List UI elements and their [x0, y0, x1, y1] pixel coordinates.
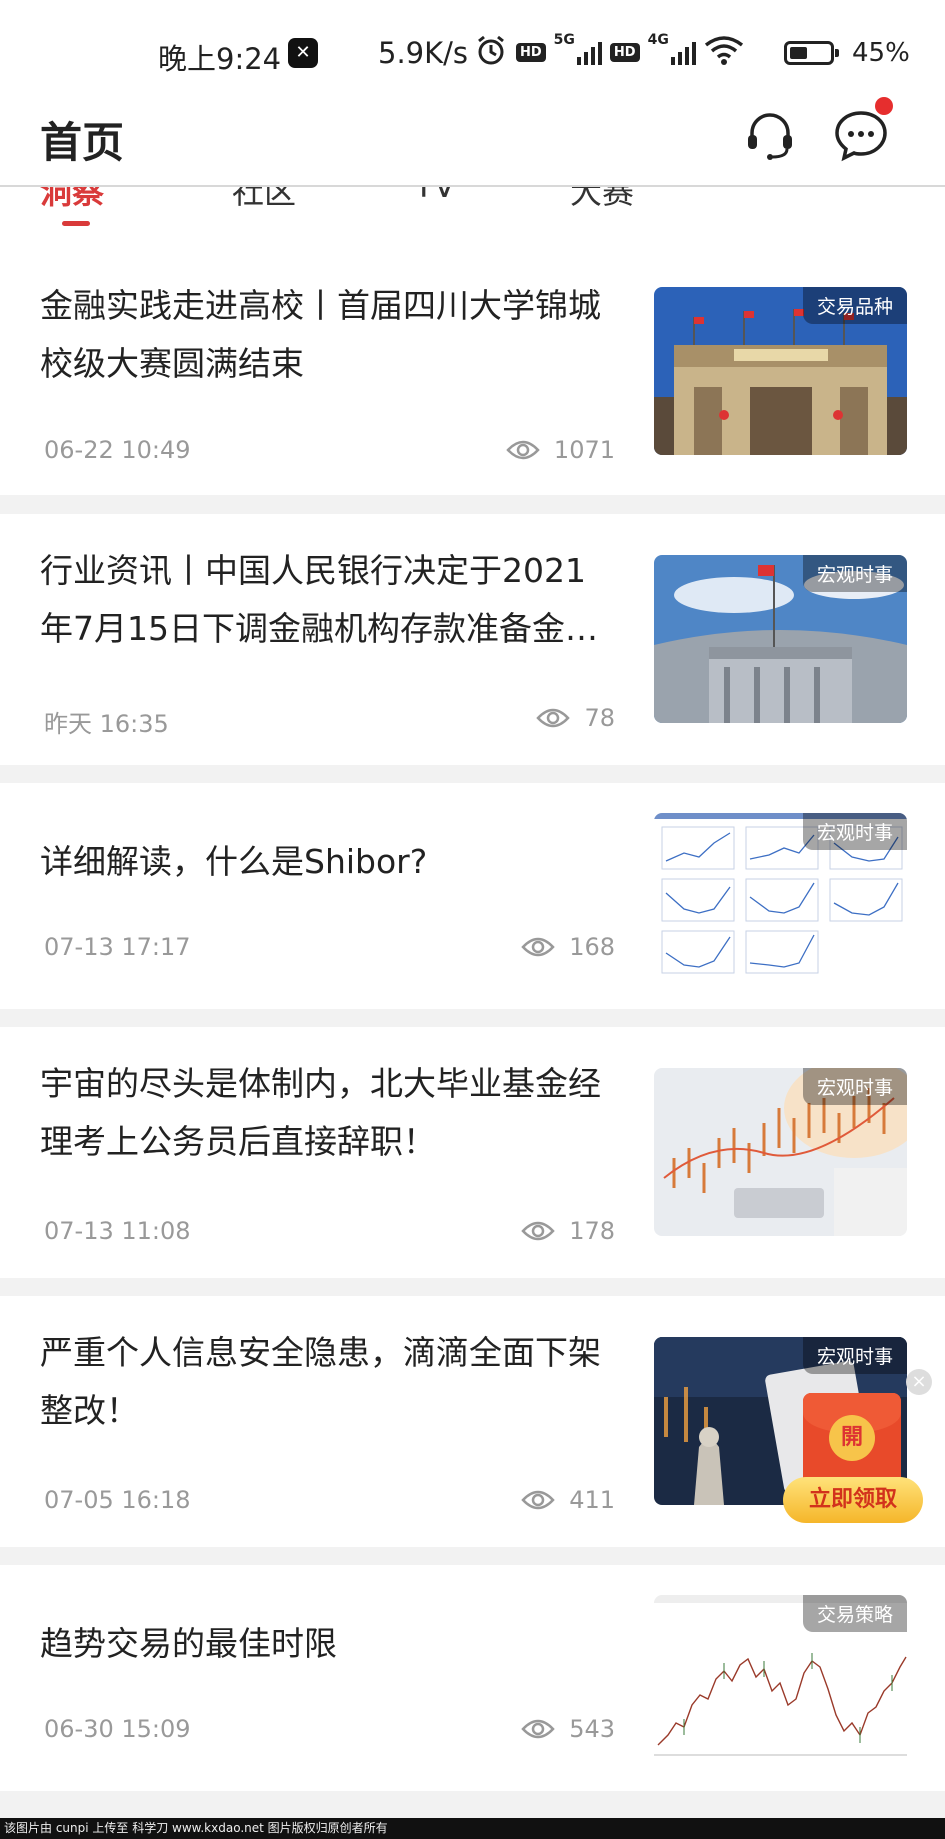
network-5g-label: 5G — [553, 32, 575, 48]
category-tag: 交易策略 — [802, 1595, 907, 1632]
article-thumbnail: 交易品种 — [654, 287, 907, 455]
article-title: 详细解读，什么是Shibor? — [40, 842, 428, 881]
status-time: 晚上9:24 — [158, 42, 282, 76]
view-count: 78 — [584, 704, 615, 732]
tab-insight[interactable]: 洞察 — [40, 187, 104, 213]
article-views: 168 — [521, 933, 615, 961]
battery-fill — [790, 47, 807, 59]
close-icon[interactable]: × — [906, 1369, 932, 1395]
chat-bubble-icon — [835, 111, 887, 162]
red-packet-float[interactable]: × 開 立即领取 — [783, 1369, 932, 1524]
article-card[interactable]: 宇宙的尽头是体制内，北大毕业基金经理考上公务员后直接辞职！ 07-13 11:0… — [0, 1027, 945, 1278]
article-views: 411 — [521, 1486, 615, 1514]
view-count: 178 — [569, 1217, 615, 1245]
article-title: 行业资讯丨中国人民银行决定于2021年7月15日下调金融机构存款准备金… — [40, 551, 598, 648]
article-date: 07-13 11:08 — [44, 1217, 191, 1245]
hd-icon-2: HD — [609, 42, 640, 62]
article-views: 1071 — [506, 436, 615, 464]
article-title: 趋势交易的最佳时限 — [40, 1624, 337, 1663]
view-count: 543 — [569, 1715, 615, 1743]
active-tab-indicator — [62, 221, 90, 226]
tab-community[interactable]: 社区 — [232, 187, 296, 213]
eye-icon — [521, 1220, 555, 1242]
article-card[interactable]: 详细解读，什么是Shibor? 07-13 17:17 168 宏观时事 — [0, 783, 945, 1009]
article-date: 昨天 16:35 — [44, 710, 169, 738]
signal-icons: HD 5G HD 4G — [474, 32, 744, 72]
view-count: 1071 — [553, 436, 615, 464]
view-count: 411 — [569, 1486, 615, 1514]
article-thumbnail: 宏观时事 — [654, 555, 907, 723]
eye-icon — [521, 1489, 555, 1511]
status-bar: 晚上9:24 ✕ 5.9K/s HD 5G HD 4G 45% — [0, 0, 945, 105]
eye-icon — [506, 439, 540, 461]
article-title: 金融实践走进高校丨首届四川大学锦城校级大赛圆满结束 — [40, 286, 601, 383]
signal-5g-icon — [576, 39, 602, 65]
watermark: 该图片由 cunpi 上传至 科学刀 www.kxdao.net 图片版权归原创… — [0, 1818, 945, 1839]
messages-button[interactable] — [833, 97, 893, 163]
article-card[interactable]: 趋势交易的最佳时限 06-30 15:09 543 交易策略 — [0, 1565, 945, 1791]
app-notification-icon: ✕ — [288, 38, 318, 68]
customer-service-button[interactable] — [742, 107, 798, 163]
article-date: 07-05 16:18 — [44, 1486, 191, 1514]
category-tag: 宏观时事 — [802, 813, 907, 850]
claim-now-button[interactable]: 立即领取 — [783, 1477, 923, 1523]
article-card[interactable]: 金融实践走进高校丨首届四川大学锦城校级大赛圆满结束 06-22 10:49 10… — [0, 227, 945, 495]
article-date: 07-13 17:17 — [44, 933, 191, 961]
signal-4g-icon — [670, 39, 696, 65]
category-tabs: 洞察 社区 TV 大赛 — [0, 187, 945, 227]
notification-dot — [875, 97, 893, 115]
eye-icon — [521, 1718, 555, 1740]
network-speed: 5.9K/s — [378, 36, 469, 70]
app-header: 首页 — [0, 97, 945, 187]
article-views: 178 — [521, 1217, 615, 1245]
article-date: 06-22 10:49 — [44, 436, 191, 464]
category-tag: 宏观时事 — [802, 1068, 907, 1105]
page-title: 首页 — [40, 118, 125, 167]
article-views: 78 — [536, 704, 615, 732]
red-packet-envelope: 開 — [803, 1393, 901, 1489]
article-title: 严重个人信息安全隐患，滴滴全面下架整改！ — [40, 1333, 601, 1430]
red-packet-coin: 開 — [829, 1415, 875, 1461]
category-tag: 宏观时事 — [802, 555, 907, 592]
hd-icon: HD — [516, 42, 546, 62]
wifi-icon — [704, 35, 744, 69]
eye-icon — [521, 936, 555, 958]
battery-percent: 45% — [852, 38, 910, 68]
article-thumbnail: 宏观时事 — [654, 1068, 907, 1236]
article-thumbnail: 交易策略 — [654, 1595, 907, 1763]
eye-icon — [536, 707, 571, 729]
article-views: 543 — [521, 1715, 615, 1743]
article-thumbnail: 宏观时事 — [654, 813, 907, 981]
article-card[interactable]: 行业资讯丨中国人民银行决定于2021年7月15日下调金融机构存款准备金… 昨天 … — [0, 514, 945, 765]
article-title: 宇宙的尽头是体制内，北大毕业基金经理考上公务员后直接辞职！ — [40, 1064, 601, 1161]
article-date: 06-30 15:09 — [44, 1715, 191, 1743]
tab-tv[interactable]: TV — [414, 187, 455, 205]
category-tag: 交易品种 — [802, 287, 907, 324]
network-4g-label: 4G — [647, 32, 669, 48]
view-count: 168 — [569, 933, 615, 961]
headset-icon — [748, 113, 792, 160]
tab-contest[interactable]: 大赛 — [570, 187, 634, 213]
battery-icon — [784, 41, 839, 65]
alarm-icon — [474, 33, 508, 71]
